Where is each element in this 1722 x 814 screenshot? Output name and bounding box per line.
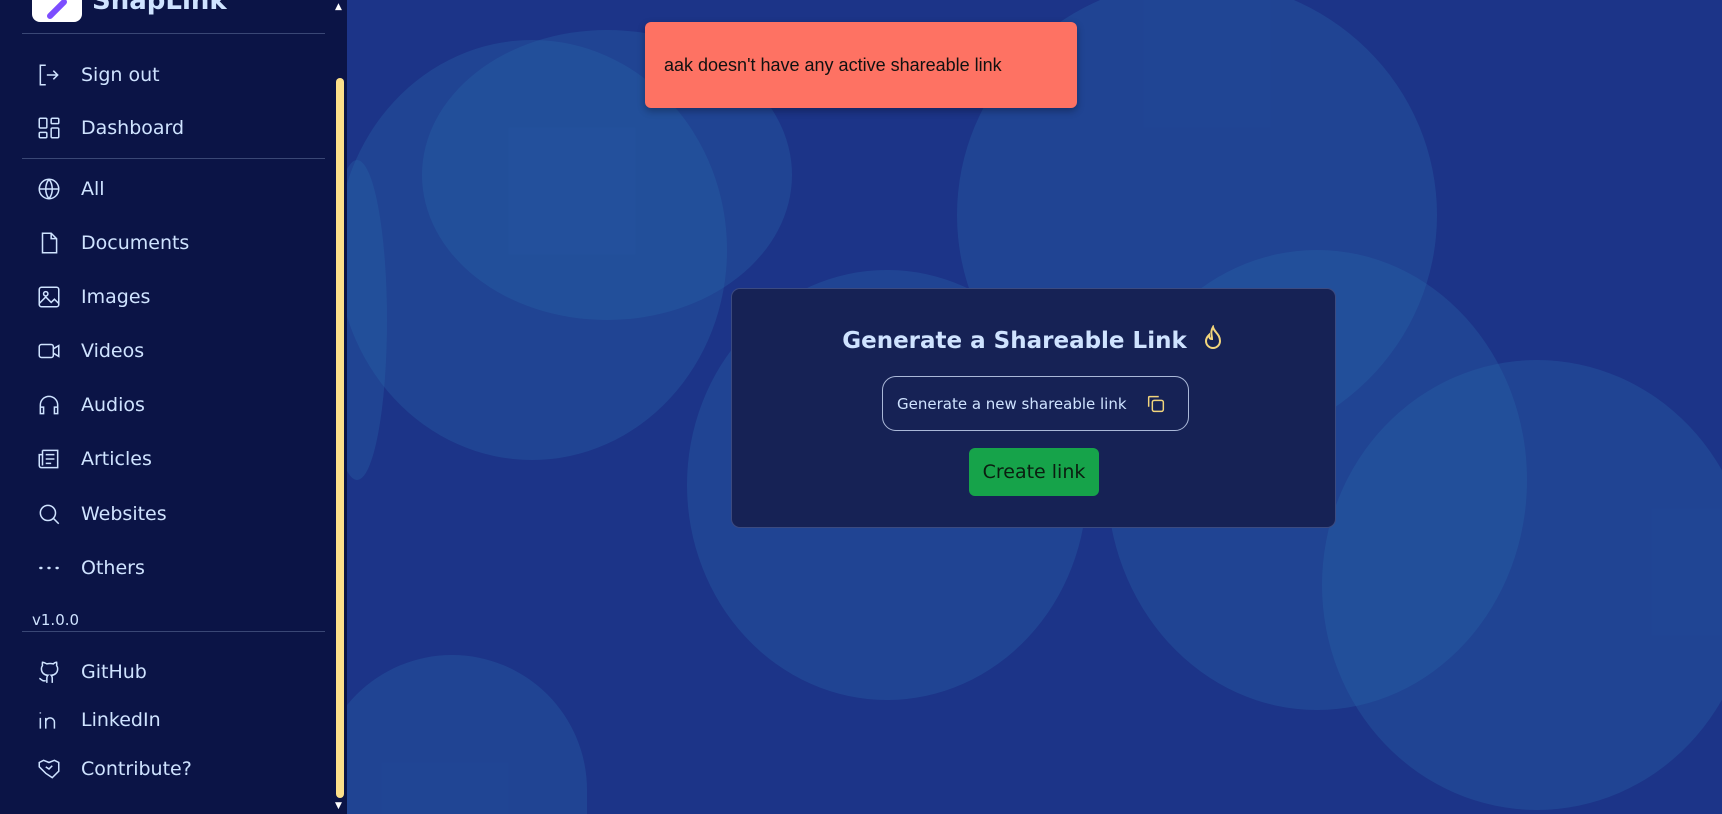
scroll-down-arrow-icon[interactable]: ▼ xyxy=(335,801,342,811)
share-link-card: Generate a Shareable Link Generate a new… xyxy=(731,288,1336,528)
app-name: SnapLink xyxy=(92,0,227,16)
divider xyxy=(22,158,325,159)
sidebar-item-label: Audios xyxy=(81,394,145,416)
sidebar-item-label: All xyxy=(81,178,105,200)
sidebar: SnapLink Sign out Dashboard All Document… xyxy=(0,0,347,814)
document-icon xyxy=(41,232,58,254)
sidebar-item-linkedin[interactable]: LinkedIn xyxy=(36,703,161,737)
sidebar-item-dashboard[interactable]: Dashboard xyxy=(36,111,184,145)
sidebar-item-videos[interactable]: Videos xyxy=(36,334,144,368)
image-icon xyxy=(38,286,60,308)
sidebar-item-websites[interactable]: Websites xyxy=(36,497,167,531)
sidebar-item-label: Contribute? xyxy=(81,758,192,780)
sidebar-item-label: Videos xyxy=(81,340,145,362)
divider xyxy=(22,631,325,632)
divider xyxy=(22,33,325,34)
sidebar-item-documents[interactable]: Documents xyxy=(36,226,189,260)
sidebar-item-all[interactable]: All xyxy=(36,172,105,206)
toast-message: aak doesn't have any active shareable li… xyxy=(664,55,1002,75)
create-link-button[interactable]: Create link xyxy=(969,448,1099,496)
sidebar-item-label: Websites xyxy=(81,503,167,525)
sidebar-item-label: LinkedIn xyxy=(81,709,161,731)
github-icon xyxy=(39,661,59,683)
handshake-icon xyxy=(38,759,60,779)
sidebar-item-label: Articles xyxy=(81,448,152,470)
headphones-icon xyxy=(39,395,59,415)
globe-icon xyxy=(38,178,60,200)
flame-icon xyxy=(1204,324,1221,349)
scroll-up-arrow-icon[interactable]: ▲ xyxy=(335,2,342,12)
app-logo[interactable] xyxy=(32,0,82,22)
sidebar-item-articles[interactable]: Articles xyxy=(36,442,152,476)
sidebar-item-label: GitHub xyxy=(81,661,147,683)
sidebar-item-github[interactable]: GitHub xyxy=(36,655,147,689)
toast-notification: aak doesn't have any active shareable li… xyxy=(645,22,1077,108)
copy-icon[interactable] xyxy=(1145,393,1167,415)
linkedin-icon xyxy=(39,712,56,729)
share-link-field[interactable]: Generate a new shareable link xyxy=(882,376,1189,431)
version-label: v1.0.0 xyxy=(32,611,80,629)
video-icon xyxy=(38,343,60,359)
sidebar-item-label: Others xyxy=(81,557,145,579)
sidebar-item-label: Dashboard xyxy=(81,117,185,139)
sidebar-item-label: Sign out xyxy=(81,64,160,86)
sidebar-item-label: Documents xyxy=(81,232,190,254)
newspaper-icon xyxy=(38,449,59,469)
sidebar-item-sign-out[interactable]: Sign out xyxy=(36,58,160,92)
card-title: Generate a Shareable Link xyxy=(732,324,1335,354)
sidebar-item-contribute[interactable]: Contribute? xyxy=(36,752,192,786)
sidebar-item-images[interactable]: Images xyxy=(36,280,150,314)
sidebar-scrollbar-thumb[interactable] xyxy=(336,78,344,798)
search-icon xyxy=(39,504,60,525)
share-link-text: Generate a new shareable link xyxy=(897,394,1127,413)
sidebar-item-label: Images xyxy=(81,286,151,308)
sign-out-icon xyxy=(39,64,59,86)
sidebar-item-others[interactable]: Others xyxy=(36,551,145,585)
dashboard-icon xyxy=(38,117,60,139)
sidebar-item-audios[interactable]: Audios xyxy=(36,388,145,422)
card-title-text: Generate a Shareable Link xyxy=(842,328,1187,354)
ellipsis-icon xyxy=(39,566,59,570)
